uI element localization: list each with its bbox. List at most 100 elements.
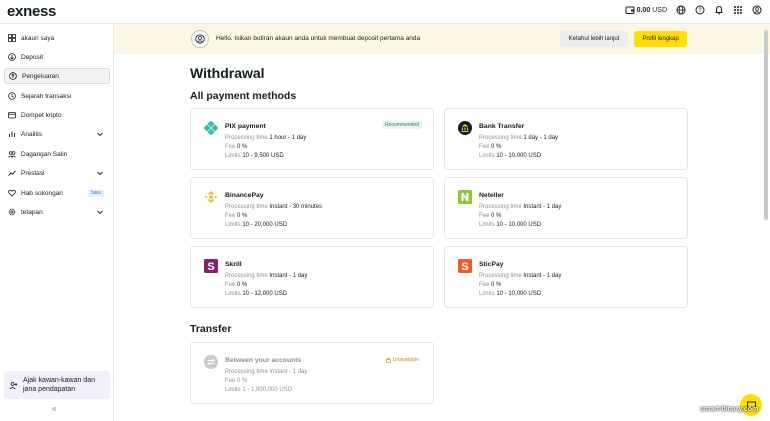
sidebar-item-dompet-kripto[interactable]: Dompet kripto xyxy=(4,107,110,123)
profile-banner: Hello. Isikan butiran akaun anda untuk m… xyxy=(114,24,770,54)
method-name: Neteller xyxy=(479,192,504,199)
sidebar-item-label: Hab sokongan xyxy=(21,189,63,197)
sidebar-item-label: Deposit xyxy=(21,53,44,61)
lock-icon xyxy=(385,357,391,363)
sidebar-item-hab-sokongan[interactable]: Hab sokongan baru xyxy=(4,185,110,201)
grid-icon xyxy=(8,34,16,42)
method-name: BinancePay xyxy=(225,192,264,199)
sidebar-item-sejarah-transaksi[interactable]: Sejarah transaksi xyxy=(4,88,110,104)
sidebar-item-pengeluaran[interactable]: Pengeluaran xyxy=(4,68,110,84)
invite-text: Ajak kawan-kawan dan jana pendapatan xyxy=(23,376,95,394)
balance-amount: 0.00 xyxy=(636,6,651,14)
globe-icon[interactable] xyxy=(676,5,686,15)
transfer-arrows-icon xyxy=(204,355,218,369)
fee: Fee 0 % xyxy=(225,378,248,384)
user-icon xyxy=(195,34,205,44)
fee: Fee 0 % xyxy=(479,213,502,219)
sidebar-item-label: akaun saya xyxy=(21,34,55,42)
sidebar-item-dagangan-salin[interactable]: Dagangan Salin xyxy=(4,146,110,162)
transfer-title: Transfer xyxy=(190,323,232,335)
processing-time: Processing time Instant - 1 day xyxy=(225,273,308,279)
sidebar-item-label: Analitis xyxy=(21,130,42,138)
recommended-badge: Recommended xyxy=(382,121,422,129)
deposit-icon xyxy=(8,53,16,61)
sidebar-item-label: Dagangan Salin xyxy=(21,150,68,158)
sidebar-item-label: Dompet kripto xyxy=(21,111,62,119)
bell-icon[interactable] xyxy=(714,5,724,15)
method-name: Skrill xyxy=(225,261,242,268)
scrollbar[interactable] xyxy=(764,30,768,220)
payment-method-pix[interactable]: PIX payment Recommended Processing time … xyxy=(190,108,434,170)
unavailable-label: Unavailable xyxy=(392,357,419,363)
avatar xyxy=(191,30,209,48)
sidebar-item-prestasi[interactable]: Prestasi xyxy=(4,165,110,181)
processing-time: Processing time 1 day - 1 day xyxy=(479,135,559,141)
limits: Limits 10 - 10,000 USD xyxy=(479,222,542,228)
top-bar-actions: 0.00 USD ? xyxy=(625,5,762,15)
complete-profile-button[interactable]: Profil lengkap xyxy=(634,31,687,47)
apps-grid-icon[interactable] xyxy=(733,5,743,15)
gear-icon xyxy=(8,208,16,216)
sticpay-logo-icon: S xyxy=(458,259,472,273)
profile-icon[interactable] xyxy=(752,5,762,15)
sidebar-item-label: Sejarah transaksi xyxy=(21,92,72,100)
exness-logo[interactable]: exness xyxy=(7,3,56,20)
analytics-icon xyxy=(9,131,15,137)
history-icon xyxy=(8,92,16,100)
limits: Limits 10 - 10,000 USD xyxy=(479,291,542,297)
page-title: Withdrawal xyxy=(190,65,265,81)
sidebar: akaun saya Deposit Pengeluaran Sejarah t… xyxy=(0,24,114,421)
processing-time: Processing time Instant - 30 minutes xyxy=(225,204,323,210)
limits: Limits 1 - 1,000,000 USD xyxy=(225,387,293,393)
skrill-logo-icon: S xyxy=(204,259,218,273)
pix-logo-icon xyxy=(204,121,218,135)
sidebar-item-tetapan[interactable]: tetapan xyxy=(4,204,110,220)
payment-method-bank-transfer[interactable]: Bank Transfer Processing time 1 day - 1 … xyxy=(444,108,688,170)
chevron-down-icon xyxy=(97,171,103,176)
copy-trade-icon xyxy=(8,151,16,158)
payment-method-skrill[interactable]: S Skrill Processing time Instant - 1 day… xyxy=(190,246,434,308)
binance-logo-icon xyxy=(204,191,218,203)
fee: Fee 0 % xyxy=(225,213,248,219)
learn-more-button[interactable]: Ketahui lebih lanjut xyxy=(560,31,628,47)
chevron-down-icon xyxy=(97,132,103,137)
limits: Limits 10 - 10,000 USD xyxy=(479,153,542,159)
fee: Fee 0 % xyxy=(225,144,248,150)
transfer-between-accounts: Between your accounts Unavailable Proces… xyxy=(190,342,434,404)
help-icon[interactable]: ? xyxy=(695,5,705,15)
users-plus-icon xyxy=(9,381,18,389)
method-name: Between your accounts xyxy=(225,357,302,364)
sidebar-item-akaun-saya[interactable]: akaun saya xyxy=(4,30,110,46)
sidebar-item-label: Pengeluaran xyxy=(22,72,59,80)
chevron-down-icon xyxy=(97,210,103,215)
invite-friends-banner[interactable]: Ajak kawan-kawan dan jana pendapatan xyxy=(4,371,110,399)
invite-label-line-2: jana pendapatan xyxy=(23,386,76,393)
sidebar-item-analitis[interactable]: Analitis xyxy=(4,126,110,142)
balance-currency: USD xyxy=(652,6,667,14)
balance-widget[interactable]: 0.00 USD xyxy=(625,5,667,15)
sidebar-item-deposit[interactable]: Deposit xyxy=(4,49,110,65)
withdrawal-icon xyxy=(9,72,17,80)
bank-icon xyxy=(458,121,472,135)
banner-message: Hello. Isikan butiran akaun anda untuk m… xyxy=(216,35,421,42)
payment-method-sticpay[interactable]: S SticPay Processing time Instant - 1 da… xyxy=(444,246,688,308)
watermark: smart-binary.com xyxy=(700,406,759,413)
processing-time: Processing time Instant - 1 day xyxy=(479,204,562,210)
collapse-sidebar-button[interactable]: « xyxy=(52,404,56,413)
processing-time: Processing time 1 hour - 1 day xyxy=(225,135,307,141)
fee: Fee 0 % xyxy=(479,282,502,288)
new-badge: baru xyxy=(87,189,104,197)
processing-time: Processing time Instant - 1 day xyxy=(225,369,308,375)
payment-method-binancepay[interactable]: BinancePay Processing time Instant - 30 … xyxy=(190,177,434,239)
heart-icon xyxy=(8,189,16,197)
limits: Limits 10 - 20,000 USD xyxy=(225,222,288,228)
neteller-logo-icon xyxy=(458,190,472,204)
sidebar-item-label: Prestasi xyxy=(21,169,45,177)
invite-label-line-1: Ajak kawan-kawan dan xyxy=(23,377,95,384)
wallet-icon xyxy=(625,6,635,14)
payment-method-neteller[interactable]: Neteller Processing time Instant - 1 day… xyxy=(444,177,688,239)
fee: Fee 0 % xyxy=(225,282,248,288)
method-name: SticPay xyxy=(479,261,504,268)
fee: Fee 0 % xyxy=(479,144,502,150)
all-payment-methods-title: All payment methods xyxy=(190,90,297,102)
